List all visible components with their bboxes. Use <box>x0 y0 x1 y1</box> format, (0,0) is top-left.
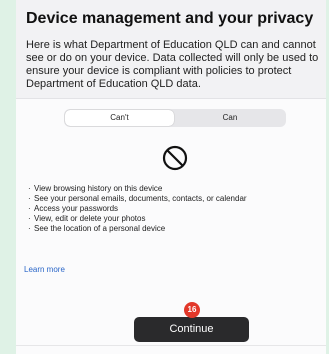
background-margin-left <box>0 0 16 354</box>
list-item-text: View, edit or delete your photos <box>34 214 146 223</box>
list-item: · See your personal emails, documents, co… <box>28 194 247 203</box>
cant-list: · View browsing history on this device · S… <box>28 184 247 234</box>
footer-divider <box>16 345 326 346</box>
segmented-control: Can't Can <box>64 109 286 127</box>
list-item-text: Access your passwords <box>34 204 119 213</box>
info-card: Can't Can · View browsing history on this… <box>16 98 326 354</box>
tab-cant[interactable]: Can't <box>65 110 174 126</box>
prohibited-icon <box>162 145 188 171</box>
list-item: · See the location of a personal device <box>28 224 166 233</box>
step-badge: 16 <box>184 302 200 318</box>
privacy-panel: Device management and your privacy Here … <box>16 0 326 354</box>
panel-header: Device management and your privacy Here … <box>16 0 326 98</box>
step-badge-wrapper: 16 <box>184 302 200 318</box>
page-title: Device management and your privacy <box>26 10 314 27</box>
list-item: · View, edit or delete your photos <box>28 214 146 223</box>
tab-can[interactable]: Can <box>176 110 284 126</box>
learn-more-link[interactable]: Learn more <box>24 265 65 274</box>
page-description: Here is what Department of Education QLD… <box>26 39 319 90</box>
list-item: · View browsing history on this device <box>28 184 163 193</box>
list-item-text: See the location of a personal device <box>34 224 166 233</box>
list-item-text: See your personal emails, documents, con… <box>34 194 247 203</box>
list-item-text: View browsing history on this device <box>34 184 163 193</box>
list-item: · Access your passwords <box>28 204 119 213</box>
continue-button[interactable]: Continue <box>134 317 249 342</box>
screen: Device management and your privacy Here … <box>0 0 329 354</box>
